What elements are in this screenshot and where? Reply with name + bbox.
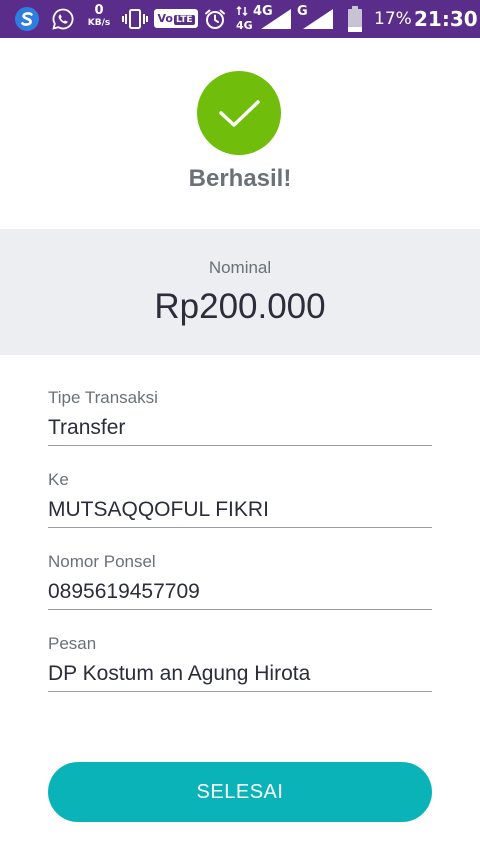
- network-speed: 0 KB/s: [86, 3, 112, 29]
- network-speed-unit: KB/s: [87, 18, 111, 28]
- done-button[interactable]: SELESAI: [48, 762, 432, 822]
- vibrate-icon: [120, 0, 150, 38]
- battery-percent: 17%: [374, 9, 412, 29]
- network-speed-value: 0: [94, 3, 104, 18]
- success-check-icon: [197, 71, 281, 155]
- detail-message: Pesan DP Kostum an Agung Hirota: [48, 634, 432, 692]
- detail-phone-number: Nomor Ponsel 0895619457709: [48, 552, 432, 610]
- whatsapp-icon: [50, 0, 76, 38]
- field-label: Tipe Transaksi: [48, 388, 158, 407]
- data-arrows-icon: [236, 0, 248, 30]
- alarm-icon: [202, 0, 228, 38]
- field-value: DP Kostum an Agung Hirota: [48, 661, 432, 692]
- field-value: Transfer: [48, 415, 432, 446]
- field-label: Ke: [48, 470, 69, 489]
- amount-value: Rp200.000: [154, 287, 326, 326]
- field-label: Nomor Ponsel: [48, 552, 156, 571]
- volte-badge: Vo LTE: [154, 9, 198, 28]
- signal-icon: [258, 0, 294, 38]
- amount-panel: Nominal Rp200.000: [0, 229, 480, 355]
- battery-icon: [346, 0, 364, 38]
- s-app-icon: [13, 0, 41, 38]
- success-title: Berhasil!: [188, 165, 292, 192]
- field-label: Pesan: [48, 634, 97, 653]
- signal-icon: [300, 0, 336, 38]
- detail-transaction-type: Tipe Transaksi Transfer: [48, 388, 432, 446]
- amount-label: Nominal: [208, 258, 272, 277]
- volte-lte-label: LTE: [173, 15, 195, 25]
- field-value: MUTSAQQOFUL FIKRI: [48, 497, 432, 528]
- volte-label: Vo: [157, 12, 173, 25]
- status-bar: 0 KB/s Vo LTE 4G 4G G 17% 21:30: [0, 0, 480, 38]
- field-value: 0895619457709: [48, 579, 432, 610]
- detail-recipient: Ke MUTSAQQOFUL FIKRI: [48, 470, 432, 528]
- clock: 21:30: [414, 7, 478, 31]
